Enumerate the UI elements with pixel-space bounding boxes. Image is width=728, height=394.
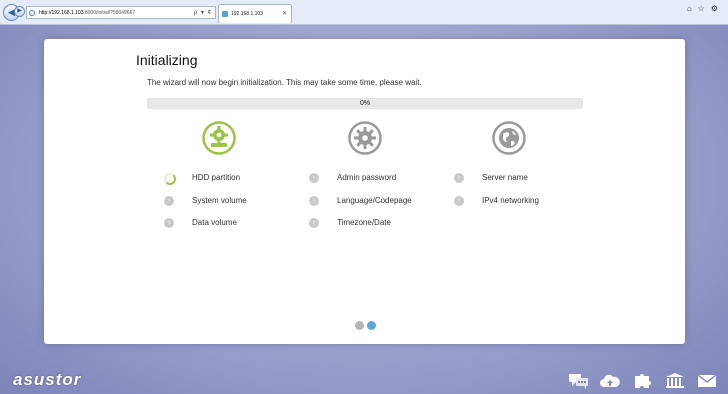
step-label: Timezone/Date	[337, 218, 391, 227]
tab-title: 192.168.1.103	[231, 11, 263, 17]
page-dot-2[interactable]	[367, 321, 376, 330]
step-label: System volume	[192, 196, 247, 205]
tab-close-icon[interactable]: ✕	[282, 5, 287, 24]
step-label: IPv4 networking	[482, 196, 539, 205]
chevron-right-icon: ›	[309, 173, 319, 183]
chat-icon[interactable]	[569, 373, 589, 389]
step-label: Server name	[482, 173, 528, 182]
chevron-right-icon: ›	[454, 196, 464, 206]
page-icon	[29, 10, 35, 16]
chevron-right-icon: ›	[164, 196, 174, 206]
asustor-logo: asustor	[13, 370, 82, 389]
browser-chrome: ◀ ▶ http://192.168.1.103:8000/initial/?5…	[0, 0, 728, 25]
progress-bar: 0%	[147, 98, 583, 109]
tab-favicon-icon	[222, 11, 228, 17]
mail-icon[interactable]	[697, 373, 717, 389]
cloud-icon[interactable]	[600, 373, 620, 389]
forward-button[interactable]: ▶	[14, 6, 25, 17]
initialization-panel: Initializing The wizard will now begin i…	[44, 39, 685, 344]
star-icon[interactable]: ☆	[698, 4, 711, 13]
step-label: Admin password	[337, 173, 397, 182]
address-host: http://192.168.1.103	[39, 10, 84, 16]
gear-settings-icon[interactable]: ⚙	[711, 4, 724, 13]
chevron-right-icon: ›	[454, 173, 464, 183]
step-label: Data volume	[192, 218, 237, 227]
browser-toolbar-icons: ⌂☆⚙	[687, 4, 724, 13]
chevron-right-icon: ›	[309, 196, 319, 206]
address-bar[interactable]: http://192.168.1.103:8000/initial/?58049…	[26, 6, 216, 19]
address-tools[interactable]: ρ ▾ ¢	[194, 7, 212, 18]
page-title: Initializing	[136, 52, 198, 68]
tab-192-168-1-103[interactable]: 192.168.1.103 ✕	[218, 4, 292, 23]
chevron-right-icon: ›	[309, 218, 319, 228]
loading-spinner-icon	[164, 173, 176, 185]
step-label: HDD partition	[192, 173, 241, 182]
page-subtitle: The wizard will now begin initialization…	[147, 78, 422, 87]
bank-icon[interactable]	[665, 373, 685, 389]
home-icon[interactable]: ⌂	[687, 4, 698, 13]
globe-icon	[492, 121, 526, 155]
progress-label: 0%	[359, 100, 371, 107]
address-path: :8000/initial/?58049667	[83, 10, 136, 16]
puzzle-icon[interactable]	[633, 373, 653, 389]
chevron-right-icon: ›	[164, 218, 174, 228]
gear-icon	[348, 121, 382, 155]
disk-gear-icon	[202, 121, 236, 155]
page-dot-1[interactable]	[355, 321, 364, 330]
step-label: Language/Codepage	[337, 196, 412, 205]
